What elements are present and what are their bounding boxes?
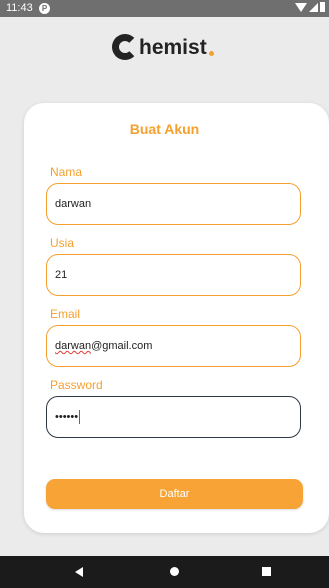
recent-apps-icon[interactable] bbox=[262, 567, 271, 576]
status-icons bbox=[295, 2, 325, 12]
logo-dot bbox=[208, 51, 214, 56]
email-label: Email bbox=[50, 307, 81, 321]
email-user: darwan bbox=[55, 340, 92, 352]
notification-icon: P bbox=[39, 3, 50, 14]
status-time: 11:43 bbox=[6, 2, 33, 14]
navigation-bar bbox=[0, 556, 329, 588]
name-field[interactable]: darwan bbox=[46, 183, 301, 225]
app-logo: hemist bbox=[112, 30, 214, 60]
logo-text: hemist bbox=[139, 36, 207, 59]
signal-icon bbox=[309, 2, 318, 12]
wifi-icon bbox=[295, 2, 307, 12]
form-title: Buat Akun bbox=[129, 121, 200, 137]
email-domain: @gmail.com bbox=[91, 340, 153, 352]
name-value: darwan bbox=[55, 198, 92, 210]
password-label: Password bbox=[50, 378, 103, 392]
logo-c-mark bbox=[112, 34, 138, 60]
register-button[interactable]: Daftar bbox=[46, 479, 303, 509]
back-icon[interactable] bbox=[75, 567, 83, 577]
battery-icon bbox=[320, 2, 325, 12]
home-icon[interactable] bbox=[170, 567, 179, 576]
age-field[interactable]: 21 bbox=[46, 254, 301, 296]
password-value: •••••• bbox=[55, 411, 79, 423]
age-label: Usia bbox=[50, 236, 75, 250]
register-card: Buat Akun Nama darwan Usia 21 Email darw… bbox=[24, 103, 329, 533]
age-value: 21 bbox=[55, 269, 68, 281]
password-field[interactable]: •••••• bbox=[46, 396, 301, 438]
status-bar: 11:43 P bbox=[0, 0, 329, 17]
name-label: Nama bbox=[50, 165, 83, 179]
email-field[interactable]: darwan@gmail.com bbox=[46, 325, 301, 367]
text-cursor bbox=[79, 410, 81, 425]
